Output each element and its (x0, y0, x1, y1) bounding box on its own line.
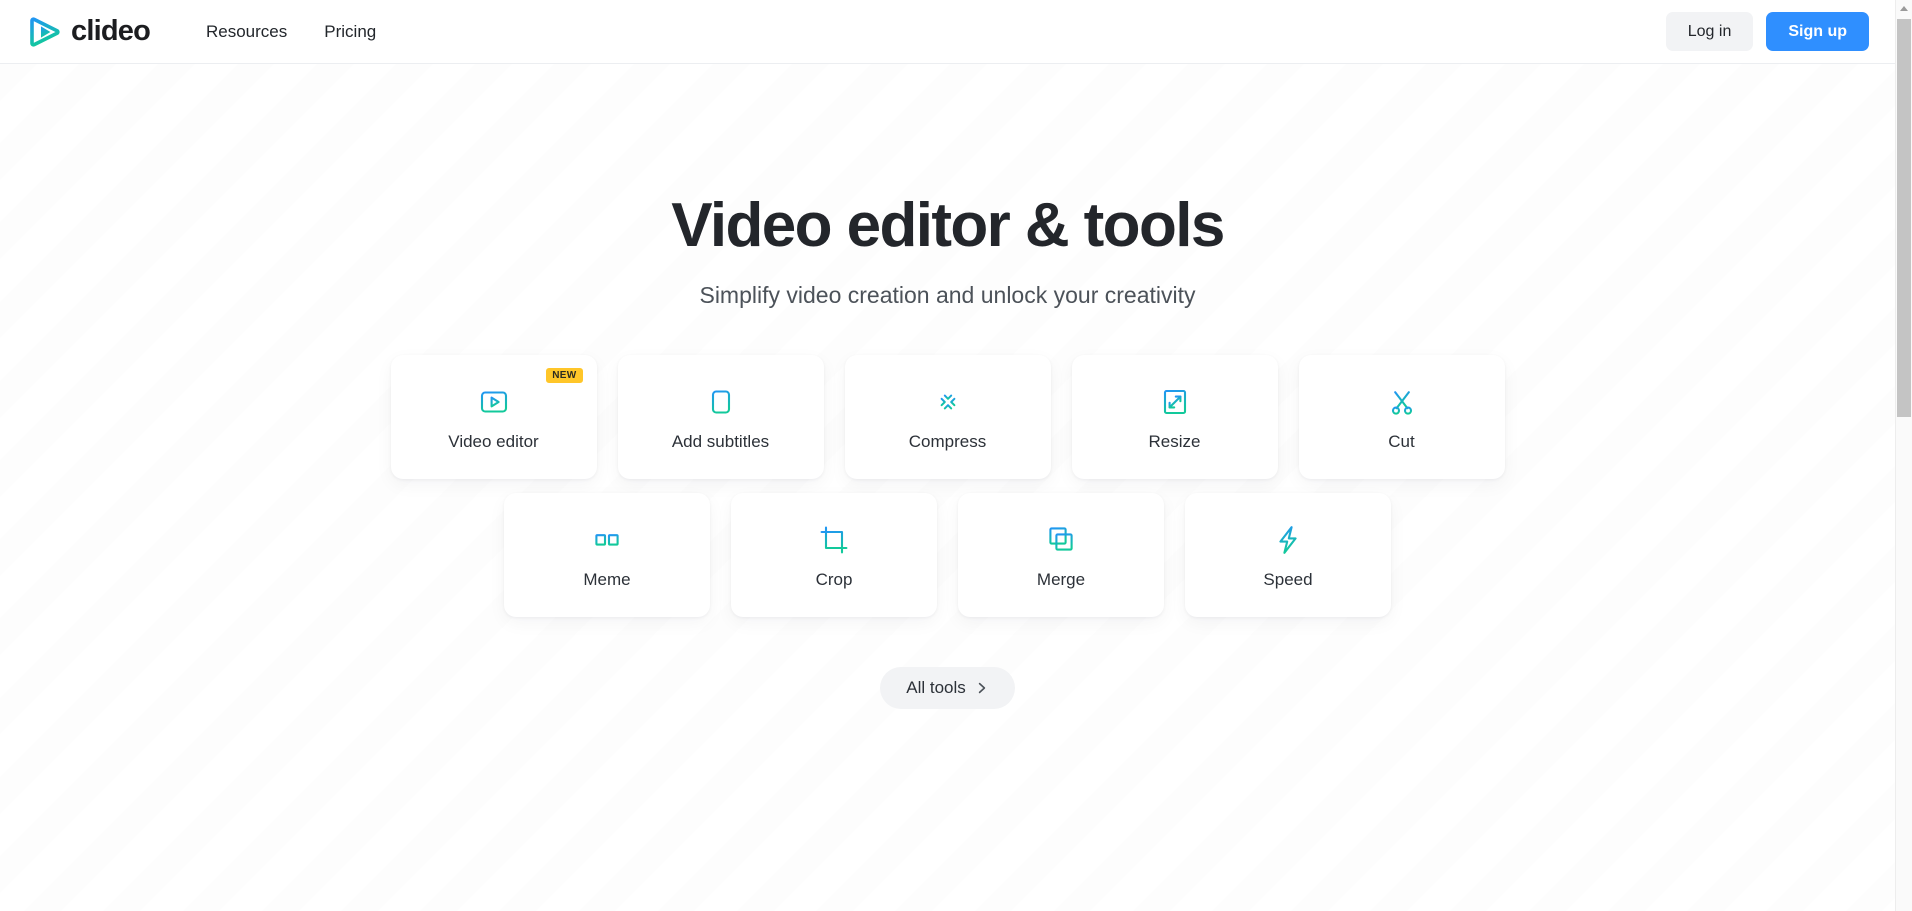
brand-logo-link[interactable]: clideo (28, 15, 151, 49)
main-nav: Resources Pricing (206, 23, 376, 40)
meme-glasses-icon (591, 533, 623, 546)
tool-label: Cut (1388, 431, 1415, 451)
nav-link-pricing[interactable]: Pricing (324, 23, 376, 40)
tool-label: Compress (908, 431, 987, 451)
tool-label: Crop (815, 569, 853, 589)
tool-row-secondary: Meme Crop Merge Speed (0, 493, 1895, 618)
page-subtitle: Simplify video creation and unlock your … (699, 282, 1196, 309)
sign-up-button[interactable]: Sign up (1766, 12, 1869, 51)
page-root: clideo Resources Pricing Log in Sign up … (0, 0, 1912, 911)
tool-label: Add subtitles (671, 431, 770, 451)
tool-label: Video editor (448, 431, 539, 451)
tool-card-merge[interactable]: Merge (958, 493, 1164, 618)
merge-overlapping-squares-icon (1049, 527, 1073, 551)
tool-card-meme[interactable]: Meme (504, 493, 710, 618)
tool-card-add-subtitles[interactable]: Add subtitles (617, 355, 824, 480)
scrollbar-up-arrow-icon[interactable] (1896, 0, 1912, 17)
status-badge-new: NEW (546, 368, 583, 384)
chevron-right-icon (978, 682, 985, 694)
all-tools-label: All tools (906, 678, 966, 698)
crop-corners-icon (820, 526, 848, 554)
site-header: clideo Resources Pricing Log in Sign up (0, 0, 1895, 64)
brand-name: clideo (71, 15, 151, 47)
video-editor-play-frame-icon (480, 391, 507, 413)
all-tools-wrapper: All tools (0, 667, 1895, 710)
header-actions: Log in Sign up (1665, 12, 1869, 51)
tool-card-cut[interactable]: Cut (1298, 355, 1505, 480)
tool-label: Merge (1036, 569, 1086, 589)
clideo-play-logo-icon (30, 16, 60, 47)
tool-row-primary: NEW Video editor Add subtitles Compress … (0, 355, 1895, 480)
tool-label: Resize (1148, 431, 1201, 451)
resize-expand-square-icon (1163, 389, 1186, 414)
scrollbar-thumb[interactable] (1897, 19, 1911, 417)
subtitles-frame-icon (711, 390, 730, 414)
tool-card-video-editor[interactable]: NEW Video editor (390, 355, 597, 480)
tool-card-speed[interactable]: Speed (1185, 493, 1391, 618)
tool-card-compress[interactable]: Compress (844, 355, 1051, 480)
nav-link-resources[interactable]: Resources (206, 23, 287, 40)
tool-card-resize[interactable]: Resize (1071, 355, 1278, 480)
compress-arrows-inward-icon (934, 388, 961, 416)
speed-lightning-bolt-icon (1279, 525, 1297, 554)
tool-label: Meme (583, 569, 631, 589)
main-content: Video editor & tools Simplify video crea… (0, 64, 1895, 911)
vertical-scrollbar[interactable] (1895, 0, 1912, 911)
log-in-button[interactable]: Log in (1665, 12, 1754, 51)
tool-label: Speed (1263, 569, 1313, 589)
page-title: Video editor & tools (671, 191, 1225, 260)
tool-card-crop[interactable]: Crop (731, 493, 937, 618)
all-tools-button[interactable]: All tools (880, 667, 1015, 710)
scissors-icon (1391, 390, 1412, 415)
